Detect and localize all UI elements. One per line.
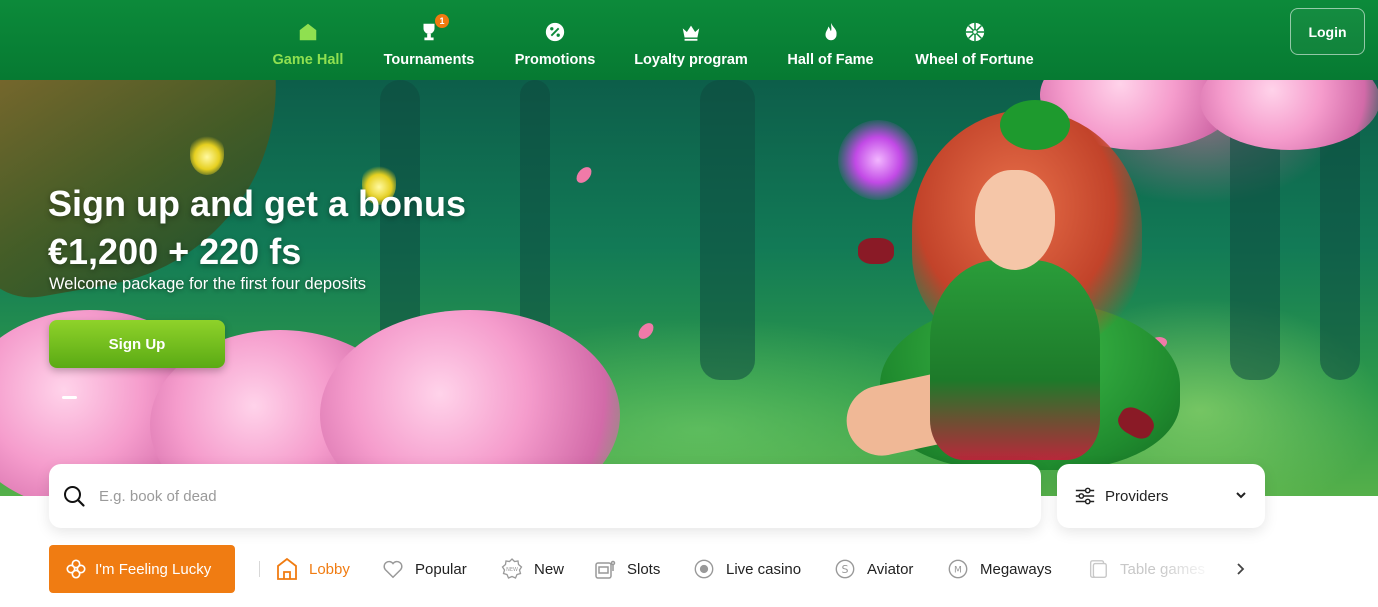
category-tab-megaways[interactable]: M Megaways [946,556,1052,582]
nav-label: Hall of Fame [787,52,874,68]
background-tree [700,80,755,380]
providers-dropdown[interactable]: Providers [1057,464,1265,528]
heart-icon [381,557,405,581]
petal-decoration [636,320,656,342]
svg-text:S: S [842,563,849,576]
login-button[interactable]: Login [1290,8,1365,55]
feeling-lucky-label: I'm Feeling Lucky [95,560,212,578]
search-icon [62,484,86,508]
svg-text:M: M [954,565,962,576]
category-label: Popular [415,560,467,578]
nav-label: Loyalty program [634,52,748,68]
nav-label: Promotions [514,52,596,68]
chevron-right-icon[interactable] [1232,560,1248,578]
petal-decoration [574,164,594,186]
slot-machine-icon [593,557,617,581]
elf-character-face [975,170,1055,270]
category-label: Lobby [309,560,350,578]
tournaments-badge: 1 [435,14,449,28]
lantern-decoration [190,135,224,175]
search-input[interactable] [99,487,999,505]
hero-subtitle: Welcome package for the first four depos… [49,275,367,293]
chevron-down-icon [1235,488,1247,500]
top-navigation-bar: Game Hall 1 Tournaments Promotions Loyal… [0,0,1378,80]
category-label: Megaways [980,560,1052,578]
hero-title-line-1: Sign up and get a bonus [48,183,466,224]
magic-fairy-orb [838,120,918,200]
sign-up-button[interactable]: Sign Up [49,320,225,368]
nav-item-tournaments[interactable]: 1 Tournaments [378,6,480,68]
providers-label: Providers [1105,487,1169,505]
elf-glove [858,238,894,264]
new-badge-icon: NEW [500,557,524,581]
megaways-icon: M [946,557,970,581]
clover-icon [65,558,87,580]
nav-item-game-hall[interactable]: Game Hall [268,6,348,68]
elf-character-hat [1000,100,1070,150]
category-tab-new[interactable]: NEW New [500,556,564,582]
category-tab-slots[interactable]: Slots [593,556,660,582]
nav-item-wheel-of-fortune[interactable]: Wheel of Fortune [908,6,1041,68]
category-divider [259,561,260,577]
elf-character-body [930,260,1100,460]
hero-title-line-2: €1,200 + 220 fs [48,231,302,272]
lobby-icon [275,557,299,581]
main-nav: Game Hall 1 Tournaments Promotions Loyal… [0,0,1378,80]
feeling-lucky-button[interactable]: I'm Feeling Lucky [49,545,235,593]
nav-label: Game Hall [272,52,344,68]
filter-sliders-icon [1074,485,1096,507]
nav-item-promotions[interactable]: Promotions [510,6,600,68]
flame-icon [819,20,843,44]
wheel-icon [963,20,987,44]
nav-item-loyalty-program[interactable]: Loyalty program [629,6,753,68]
category-tab-live-casino[interactable]: Live casino [692,556,801,582]
hero-banner: Sign up and get a bonus €1,200 + 220 fs … [0,80,1378,496]
search-bar [49,464,1041,528]
slider-indicator[interactable] [62,396,77,399]
svg-text:NEW: NEW [506,567,518,573]
nav-item-hall-of-fame[interactable]: Hall of Fame [782,6,879,68]
category-label: Aviator [867,560,914,578]
percent-icon [543,20,567,44]
category-label: Slots [627,560,661,578]
category-tab-lobby[interactable]: Lobby [275,556,350,582]
live-icon [692,557,716,581]
home-icon [296,20,320,44]
hero-title: Sign up and get a bonus €1,200 + 220 fs [48,180,466,276]
nav-label: Tournaments [383,52,475,68]
crown-icon [679,20,703,44]
table-games-icon [1086,557,1110,581]
category-label: Live casino [726,560,802,578]
category-scroll-fade [1160,550,1220,590]
nav-label: Wheel of Fortune [915,52,1034,68]
category-tab-popular[interactable]: Popular [381,556,467,582]
category-label: New [534,560,565,578]
trophy-icon: 1 [417,14,449,44]
category-tab-aviator[interactable]: S Aviator [833,556,913,582]
aviator-icon: S [833,557,857,581]
